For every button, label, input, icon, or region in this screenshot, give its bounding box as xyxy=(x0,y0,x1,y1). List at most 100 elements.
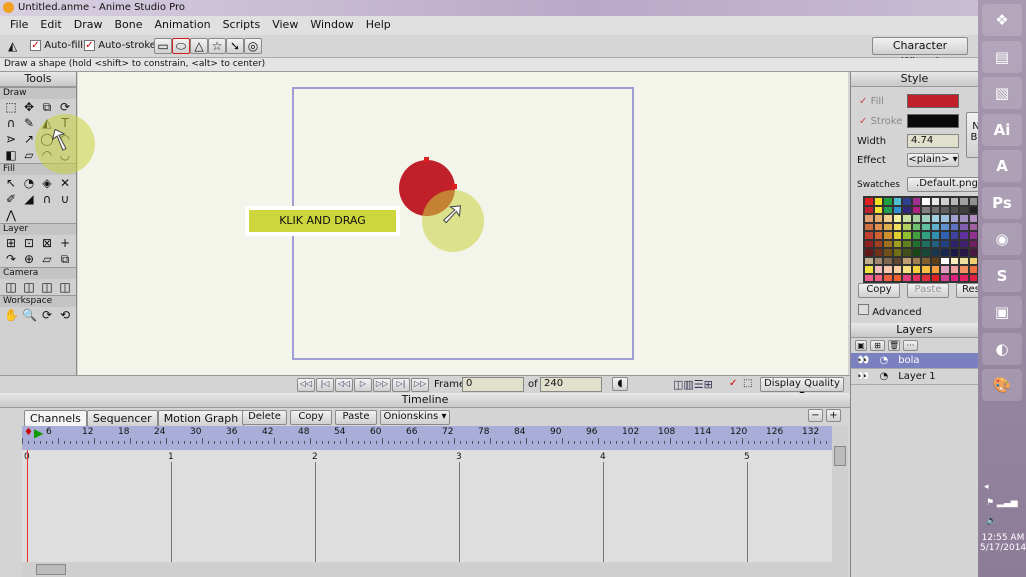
color-swatch[interactable] xyxy=(911,214,921,223)
spiral-shape-icon[interactable]: ◎ xyxy=(244,38,262,54)
color-swatch[interactable] xyxy=(959,239,969,248)
color-swatch[interactable] xyxy=(892,273,902,282)
color-swatch[interactable] xyxy=(940,231,950,240)
color-swatch[interactable] xyxy=(921,214,931,223)
previous-key-button[interactable]: ◁◁ xyxy=(335,378,353,392)
display-quality-dropdown[interactable]: Display Quality ▾ xyxy=(760,377,844,400)
color-swatch[interactable] xyxy=(911,265,921,274)
end-button[interactable]: ▷▷ xyxy=(411,378,429,392)
tool-icon[interactable]: ↷ xyxy=(4,252,18,266)
rectangle-shape-icon[interactable]: ▭ xyxy=(154,38,172,54)
color-swatch[interactable] xyxy=(911,239,921,248)
play-button[interactable]: ▷ xyxy=(354,378,372,392)
color-swatch[interactable] xyxy=(902,265,912,274)
color-swatch[interactable] xyxy=(864,248,874,257)
tool-icon[interactable]: ⟳ xyxy=(58,100,72,114)
tool-icon[interactable]: ⊠ xyxy=(40,236,54,250)
preview-checkbox[interactable]: ✓ xyxy=(729,378,737,389)
sticky-notes-taskbar-icon[interactable]: ▧ xyxy=(982,77,1022,109)
effect-dropdown[interactable]: <plain> ▾ xyxy=(907,153,959,167)
tool-icon[interactable]: ⊕ xyxy=(22,252,36,266)
tool-icon[interactable]: ◫ xyxy=(22,280,36,294)
color-swatch[interactable] xyxy=(968,197,978,206)
color-swatch[interactable] xyxy=(968,256,978,265)
color-swatch[interactable] xyxy=(949,231,959,240)
color-swatch[interactable] xyxy=(949,205,959,214)
color-swatch[interactable] xyxy=(864,231,874,240)
tab-channels[interactable]: Channels xyxy=(24,410,87,427)
color-swatch[interactable] xyxy=(921,265,931,274)
color-swatch[interactable] xyxy=(949,197,959,206)
tool-icon[interactable]: ▱ xyxy=(22,148,36,162)
color-swatch[interactable] xyxy=(883,197,893,206)
color-swatch[interactable] xyxy=(911,222,921,231)
color-swatch[interactable] xyxy=(921,248,931,257)
width-input[interactable]: 4.74 xyxy=(907,134,959,148)
total-frames-input[interactable]: 240 xyxy=(540,377,602,392)
color-swatch[interactable] xyxy=(930,205,940,214)
color-swatch[interactable] xyxy=(883,256,893,265)
color-swatch[interactable] xyxy=(949,214,959,223)
menu-bone[interactable]: Bone xyxy=(108,18,148,33)
color-swatch[interactable] xyxy=(921,239,931,248)
color-swatch[interactable] xyxy=(940,239,950,248)
color-swatch[interactable] xyxy=(911,231,921,240)
color-swatch[interactable] xyxy=(930,248,940,257)
color-swatch[interactable] xyxy=(902,231,912,240)
skype-taskbar-icon[interactable]: S xyxy=(982,259,1022,292)
autostroke-checkbox[interactable]: ✓ Auto-stroke xyxy=(84,40,156,51)
color-swatch[interactable] xyxy=(892,231,902,240)
color-swatch[interactable] xyxy=(873,256,883,265)
color-swatch[interactable] xyxy=(902,256,912,265)
color-swatch[interactable] xyxy=(873,273,883,282)
color-swatch[interactable] xyxy=(892,248,902,257)
view-layout-icons[interactable]: ◫▥☰⊞ xyxy=(673,378,713,391)
current-frame-marker-icon[interactable]: ♦ xyxy=(24,427,33,438)
clock[interactable]: 12:55 AM 5/17/2014 xyxy=(980,533,1026,553)
onionskins-dropdown[interactable]: Onionskins ▾ xyxy=(380,410,450,425)
oval-shape-icon[interactable]: ⬭ xyxy=(172,38,190,54)
color-swatch[interactable] xyxy=(911,273,921,282)
color-swatch[interactable] xyxy=(959,222,969,231)
color-swatch[interactable] xyxy=(959,256,969,265)
tool-icon[interactable]: ◧ xyxy=(4,148,18,162)
color-swatch[interactable] xyxy=(873,197,883,206)
color-swatch[interactable] xyxy=(864,197,874,206)
character-wizard-button[interactable]: Character Wizard xyxy=(872,37,968,68)
tool-icon[interactable]: ◫ xyxy=(4,280,18,294)
color-swatch[interactable] xyxy=(883,265,893,274)
output-only-icon[interactable]: ⬚ xyxy=(743,378,752,389)
color-swatch[interactable] xyxy=(921,231,931,240)
tool-icon[interactable]: ◫ xyxy=(40,280,54,294)
firefox-taskbar-icon[interactable]: ◐ xyxy=(982,332,1022,365)
color-swatch[interactable] xyxy=(940,197,950,206)
color-swatch[interactable] xyxy=(968,248,978,257)
new-layer-icon[interactable]: ▣ xyxy=(855,340,867,351)
color-swatch[interactable] xyxy=(968,239,978,248)
step-back-button[interactable]: |◁ xyxy=(316,378,334,392)
menu-window[interactable]: Window xyxy=(304,18,359,33)
color-swatch[interactable] xyxy=(959,205,969,214)
color-swatch[interactable] xyxy=(873,239,883,248)
copy-style-button[interactable]: Copy xyxy=(858,283,900,298)
swatches-dropdown[interactable]: .Default.png xyxy=(907,177,987,192)
tool-icon[interactable]: ∩ xyxy=(4,116,18,130)
color-swatch[interactable] xyxy=(892,239,902,248)
photo-viewer-taskbar-icon[interactable]: ▣ xyxy=(982,296,1022,328)
tool-icon[interactable]: ⟲ xyxy=(58,308,72,322)
explorer-taskbar-icon[interactable]: ▤ xyxy=(982,40,1022,73)
color-swatch[interactable] xyxy=(902,248,912,257)
color-swatch[interactable] xyxy=(968,214,978,223)
color-swatch[interactable] xyxy=(883,205,893,214)
color-swatch[interactable] xyxy=(864,205,874,214)
color-swatch[interactable] xyxy=(883,214,893,223)
tool-icon[interactable]: ◫ xyxy=(58,280,72,294)
chrome-taskbar-icon[interactable]: ◉ xyxy=(982,223,1022,255)
color-swatch[interactable] xyxy=(864,239,874,248)
color-swatch[interactable] xyxy=(864,222,874,231)
play-range-marker-icon[interactable]: ▶ xyxy=(34,426,43,440)
next-key-button[interactable]: ▷▷ xyxy=(373,378,391,392)
color-swatch[interactable] xyxy=(959,273,969,282)
color-swatch[interactable] xyxy=(968,222,978,231)
new-layer-group-icon[interactable]: ⊞ xyxy=(870,340,885,351)
